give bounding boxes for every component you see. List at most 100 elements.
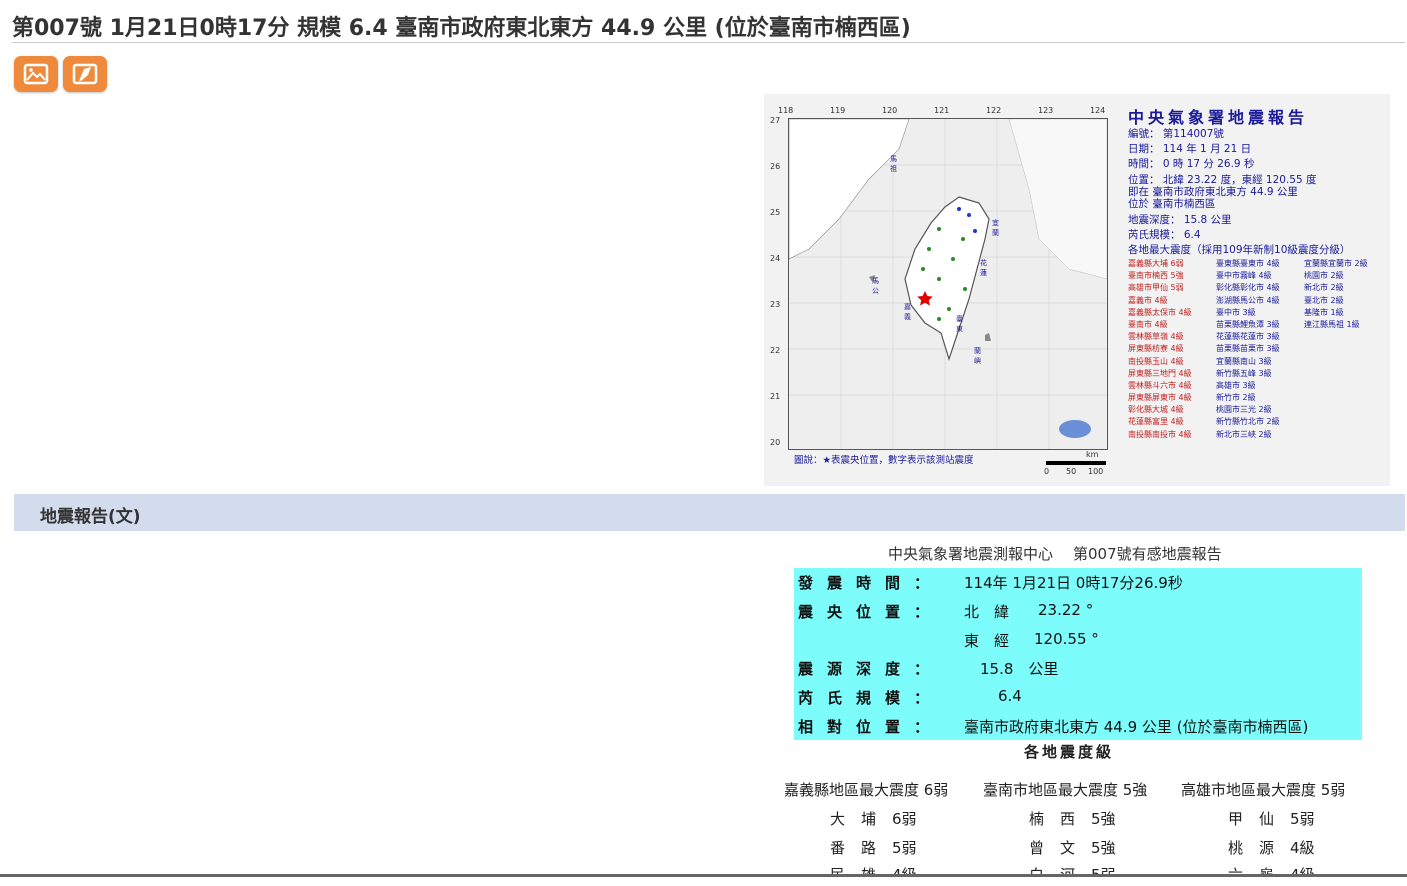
station-level: 5強 — [1091, 810, 1116, 828]
intensity-item: 雲林縣斗六市 4級 — [1128, 380, 1192, 390]
map-label: 臺東 — [956, 315, 963, 333]
station-row: 桃源4級 — [1228, 837, 1315, 858]
info-label: 發震時間： — [798, 574, 944, 592]
lat-tick: 27 — [770, 116, 781, 125]
section-header: 地震報告(文) — [14, 494, 1405, 531]
intensity-item: 高雄市 3級 — [1216, 380, 1256, 390]
map-label: 嘉義 — [904, 303, 911, 321]
lat-tick: 23 — [770, 300, 781, 309]
report-heading: 中央氣象署地震測報中心 第007號有感地震報告 — [888, 543, 1242, 564]
map-icon — [72, 63, 98, 85]
station-row: 番路5弱 — [830, 837, 917, 858]
report-line: 芮氏規模： 6.4 — [1128, 229, 1201, 241]
intensity-item: 新竹市 2級 — [1216, 393, 1256, 403]
intensity-item: 新北市 2級 — [1304, 283, 1344, 293]
intensity-item: 雲林縣草嶺 4級 — [1128, 332, 1184, 342]
intensity-list: 臺東縣臺東市 4級 臺中市霧峰 4級 彰化縣彰化市 4級 澎湖縣馬公市 4級 臺中市 3… — [1216, 258, 1280, 441]
intensity-item: 屏東縣三地門 4級 — [1128, 368, 1192, 378]
map-label: 宜蘭 — [992, 219, 999, 237]
intensity-item: 連江縣馬祖 1級 — [1304, 319, 1360, 329]
scale-tick: 0 — [1044, 467, 1050, 476]
report-number: 第007號有感地震報告 — [1073, 545, 1222, 563]
region-heading: 臺南市地區最大震度 5強 — [983, 781, 1148, 799]
image-view-button[interactable] — [14, 56, 58, 92]
station-name: 桃源 — [1228, 839, 1291, 857]
station-row: 曾文5強 — [1029, 837, 1116, 858]
station-name: 曾文 — [1029, 839, 1092, 857]
intensity-item: 屏東縣屏東市 4級 — [1128, 393, 1192, 403]
scale-unit: km — [1086, 450, 1099, 459]
intensity-item: 臺南市楠西 5強 — [1128, 271, 1184, 281]
info-label: 震央位置： — [798, 603, 944, 621]
scale-tick: 100 — [1088, 467, 1104, 476]
intensity-item: 臺中市霧峰 4級 — [1216, 271, 1272, 281]
map-label: 馬祖 — [890, 155, 897, 173]
info-label: 震源深度： — [798, 660, 944, 678]
map-legend: 圖說：★表震央位置，數字表示該測站震度 — [794, 455, 974, 466]
lat-tick: 26 — [770, 162, 781, 171]
station-row: 大埔6弱 — [830, 808, 917, 829]
shake-map-button[interactable] — [63, 56, 107, 92]
info-label: 相對位置： — [798, 718, 944, 736]
scale-tick: 50 — [1066, 467, 1077, 476]
intensity-item: 彰化縣大城 4級 — [1128, 405, 1184, 415]
intensity-item: 苗栗縣苗栗市 3級 — [1216, 344, 1280, 354]
info-value: 東 經 — [964, 632, 1010, 650]
region-heading: 嘉義縣地區最大震度 6弱 — [784, 781, 949, 799]
lon-tick: 122 — [986, 106, 1002, 115]
intensity-item: 屏東縣枋寮 4級 — [1128, 344, 1184, 354]
intensity-list: 嘉義縣大埔 6弱 臺南市楠西 5強 高雄市甲仙 5弱 嘉義市 4級 嘉義縣太保市 4級臺… — [1128, 258, 1192, 441]
report-center: 中央氣象署地震測報中心 — [888, 545, 1054, 563]
intensity-item: 宜蘭縣宜蘭市 2級 — [1304, 259, 1368, 268]
report-line: 日期： 114 年 1 月 21 日 — [1128, 143, 1252, 155]
station-level: 5弱 — [1290, 810, 1315, 828]
intensity-list: 宜蘭縣宜蘭市 2級 桃園市 2級 新北市 2級 臺北市 2級 基隆市 1級 連江縣馬祖 1… — [1304, 258, 1368, 331]
lon-tick: 123 — [1038, 106, 1054, 115]
epicenter-map — [788, 118, 1108, 450]
intensity-item: 桃園市 2級 — [1304, 271, 1344, 281]
report-line: 時間： 0 時 17 分 26.9 秒 — [1128, 158, 1255, 170]
lon-tick: 118 — [778, 106, 794, 115]
page-title: 第007號 1月21日0時17分 規模 6.4 臺南市政府東北東方 44.9 公… — [12, 10, 1405, 43]
station-name: 甲仙 — [1228, 810, 1291, 828]
report-line: 各地最大震度（採用109年新制10級震度分級） — [1128, 244, 1351, 256]
intensity-item: 新北市三峽 2級 — [1216, 429, 1272, 439]
info-value: 北 緯 — [964, 603, 1010, 621]
station-row: 甲仙5弱 — [1228, 808, 1315, 829]
info-value: 23.22 ° — [1038, 601, 1094, 619]
report-line: 地震深度： 15.8 公里 — [1128, 214, 1232, 226]
intensity-item: 新竹縣竹北市 2級 — [1216, 417, 1280, 427]
info-value: 114年 1月21日 0時17分26.9秒 — [964, 574, 1183, 592]
station-name: 番路 — [830, 839, 893, 857]
intensity-item: 花蓮縣富里 4級 — [1128, 417, 1184, 427]
report-image-title: 中央氣象署地震報告 — [1128, 108, 1309, 127]
report-line: 位於 臺南市楠西區 — [1128, 198, 1216, 210]
lon-tick: 120 — [882, 106, 898, 115]
map-label: 花蓮 — [980, 259, 987, 277]
image-icon — [23, 63, 49, 85]
levels-title: 各地震度級 — [1024, 743, 1115, 761]
intensity-item: 嘉義縣太保市 4級 — [1128, 307, 1192, 317]
intensity-item: 彰化縣彰化市 4級 — [1216, 283, 1280, 293]
station-row: 楠西5強 — [1029, 808, 1116, 829]
section-title: 地震報告(文) — [40, 507, 141, 527]
map-label: 蘭嶼 — [974, 347, 981, 365]
intensity-item: 高雄市甲仙 5弱 — [1128, 283, 1184, 293]
map-label: 馬公 — [872, 277, 879, 295]
intensity-item: 花蓮縣花蓮市 3級 — [1216, 332, 1280, 342]
intensity-item: 臺北市 2級 — [1304, 295, 1344, 305]
lat-tick: 22 — [770, 346, 781, 355]
lat-tick: 21 — [770, 392, 781, 401]
lat-tick: 25 — [770, 208, 781, 217]
report-line: 編號： 第114007號 — [1128, 128, 1224, 140]
scrollbar-track[interactable] — [0, 874, 1407, 886]
info-value: 15.8 公里 — [980, 660, 1059, 678]
lat-tick: 24 — [770, 254, 781, 263]
station-level: 5弱 — [892, 839, 917, 857]
lon-tick: 119 — [830, 106, 846, 115]
station-level: 4級 — [1290, 839, 1315, 857]
station-level: 5強 — [1091, 839, 1116, 857]
intensity-item: 南投縣玉山 4級 — [1128, 356, 1184, 366]
intensity-item: 臺東縣臺東市 4級 — [1216, 259, 1280, 268]
info-label: 芮氏規模： — [798, 689, 944, 707]
